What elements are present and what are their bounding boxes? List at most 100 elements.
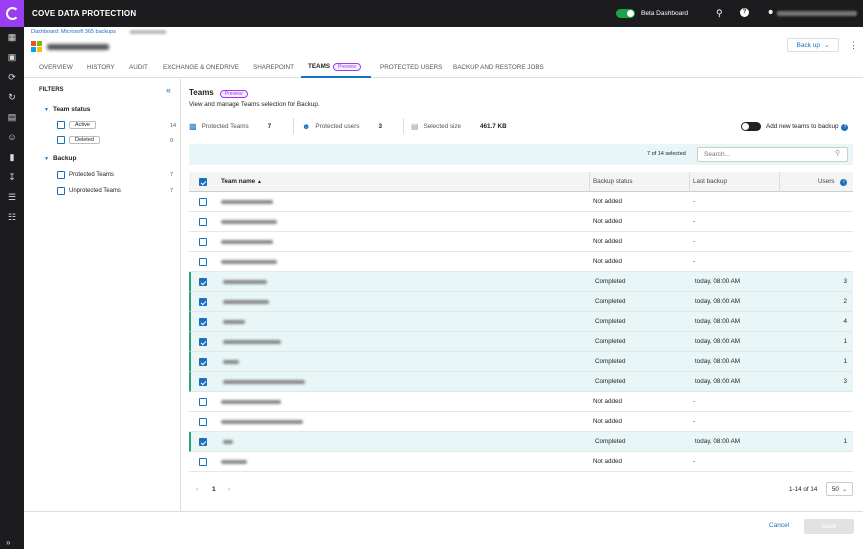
row-checkbox[interactable] [199, 198, 207, 206]
more-options-icon[interactable]: ⋮ [849, 40, 858, 51]
tab-exchange-onedrive[interactable]: EXCHANGE & ONEDRIVE [163, 64, 239, 71]
table-row[interactable]: Completed today, 08:00 AM 3 [189, 372, 853, 392]
back-up-button[interactable]: Back up ⌄ [787, 38, 839, 52]
prev-page-icon[interactable]: ‹ [196, 486, 198, 493]
per-page-select[interactable]: 50 ⌄ [826, 482, 853, 496]
table-row[interactable]: Completed today, 08:00 AM 1 [189, 352, 853, 372]
tab-audit[interactable]: AUDIT [129, 64, 148, 71]
tab-history[interactable]: HISTORY [87, 64, 115, 71]
row-checkbox[interactable] [199, 458, 207, 466]
add-new-teams-toggle[interactable] [741, 122, 761, 131]
row-checkbox[interactable] [199, 278, 207, 286]
table-row[interactable]: Completed today, 08:00 AM 2 [189, 292, 853, 312]
dashboard-icon[interactable]: ▦ [6, 31, 18, 43]
row-checkbox[interactable] [199, 358, 207, 366]
table-row[interactable]: Completed today, 08:00 AM 3 [189, 272, 853, 292]
last-backup: - [693, 198, 696, 205]
tab-overview[interactable]: OVERVIEW [39, 64, 73, 71]
filter-unprotected-checkbox[interactable] [57, 187, 65, 195]
filter-item-deleted[interactable]: Deleted [57, 136, 100, 144]
select-all-checkbox[interactable] [199, 178, 207, 186]
table-row[interactable]: Not added - [189, 252, 853, 272]
row-checkbox[interactable] [199, 378, 207, 386]
row-checkbox[interactable] [199, 258, 207, 266]
table-row[interactable]: Completed today, 08:00 AM 1 [189, 332, 853, 352]
column-backup-status[interactable]: Backup status [593, 178, 633, 185]
last-backup: today, 08:00 AM [695, 318, 741, 325]
column-team-name[interactable]: Team name ▲ [221, 178, 262, 185]
selected-count: 7 of 14 selected [647, 151, 686, 157]
filter-deleted-checkbox[interactable] [57, 136, 65, 144]
list-icon[interactable]: ☰ [6, 191, 18, 203]
add-new-teams-text: Add new teams to backup [766, 123, 839, 130]
table-row[interactable]: Not added - [189, 452, 853, 472]
filter-active-checkbox[interactable] [57, 121, 65, 129]
search-input[interactable] [697, 147, 848, 162]
row-checkbox[interactable] [199, 298, 207, 306]
table-row[interactable]: Not added - [189, 412, 853, 432]
breadcrumb[interactable]: Dashboard: Microsoft 365 backups [31, 29, 116, 35]
download-icon[interactable]: ↧ [6, 171, 18, 183]
user-icon[interactable]: ☻ [767, 9, 774, 16]
column-last-backup[interactable]: Last backup [693, 178, 727, 185]
backup-status: Not added [593, 218, 623, 225]
users-count: 3 [843, 378, 847, 385]
row-checkbox[interactable] [199, 318, 207, 326]
recovery-icon[interactable]: ↻ [6, 91, 18, 103]
devices-icon[interactable]: ▣ [6, 51, 18, 63]
sync-icon[interactable]: ⟳ [6, 71, 18, 83]
last-backup: - [693, 418, 696, 425]
row-checkbox[interactable] [199, 438, 207, 446]
cove-logo[interactable] [0, 0, 24, 27]
table-row[interactable]: Not added - [189, 192, 853, 212]
help-icon[interactable]: ? [841, 124, 849, 131]
team-name-redacted [221, 260, 277, 264]
documents-icon[interactable]: ☷ [6, 211, 18, 223]
cancel-button[interactable]: Cancel [769, 522, 789, 529]
team-name-redacted [223, 320, 245, 324]
search-icon[interactable]: ⚲ [835, 149, 840, 157]
row-checkbox[interactable] [199, 418, 207, 426]
tab-backup-restore-jobs[interactable]: BACKUP AND RESTORE JOBS [453, 64, 544, 71]
backup-status: Completed [595, 358, 626, 365]
filter-item-unprotected-teams[interactable]: Unprotected Teams [57, 187, 121, 195]
table-row[interactable]: Completed today, 08:00 AM 1 [189, 432, 853, 452]
reports-icon[interactable]: ▮ [6, 151, 18, 163]
tab-protected-users[interactable]: PROTECTED USERS [380, 64, 442, 71]
table-row[interactable]: Not added - [189, 232, 853, 252]
tab-sharepoint[interactable]: SHAREPOINT [253, 64, 294, 71]
collapse-filters-icon[interactable]: « [166, 85, 171, 95]
table-row[interactable]: Not added - [189, 392, 853, 412]
storage-icon: ▤ [411, 122, 419, 131]
search-icon[interactable]: ⚲ [716, 8, 723, 19]
table-row[interactable]: Completed today, 08:00 AM 4 [189, 312, 853, 332]
row-checkbox[interactable] [199, 338, 207, 346]
tab-teams[interactable]: TEAMS Preview [308, 63, 361, 71]
backup-status: Not added [593, 258, 623, 265]
column-users[interactable]: Users i [818, 178, 848, 186]
row-checkbox[interactable] [199, 238, 207, 246]
column-divider [589, 172, 590, 192]
filter-item-protected-teams[interactable]: Protected Teams [57, 171, 114, 179]
page-number-current[interactable]: 1 [212, 486, 216, 493]
next-page-icon[interactable]: › [228, 486, 230, 493]
filter-protected-checkbox[interactable] [57, 171, 65, 179]
back-up-label: Back up [796, 41, 821, 49]
expand-nav-icon[interactable]: » [6, 538, 10, 547]
filter-group-backup[interactable]: ▼ Backup [44, 155, 76, 162]
users-icon[interactable]: ☺ [6, 131, 18, 143]
filter-group-team-status[interactable]: ▼ Team status [44, 106, 90, 113]
save-button[interactable]: Save [804, 519, 854, 534]
help-icon[interactable]: ? [740, 8, 749, 17]
user-email-redacted[interactable] [777, 11, 857, 16]
filter-item-active[interactable]: Active [57, 121, 96, 129]
row-checkbox[interactable] [199, 218, 207, 226]
info-icon[interactable]: i [840, 179, 848, 186]
footer-bar: Cancel Save [24, 511, 863, 549]
stat-protected-teams: ▩ Protected Teams 7 [189, 122, 271, 131]
beta-dashboard-toggle[interactable] [616, 9, 635, 18]
row-checkbox[interactable] [199, 398, 207, 406]
filter-item-label: Active [69, 121, 96, 129]
table-row[interactable]: Not added - [189, 212, 853, 232]
storage-icon[interactable]: ▤ [6, 111, 18, 123]
